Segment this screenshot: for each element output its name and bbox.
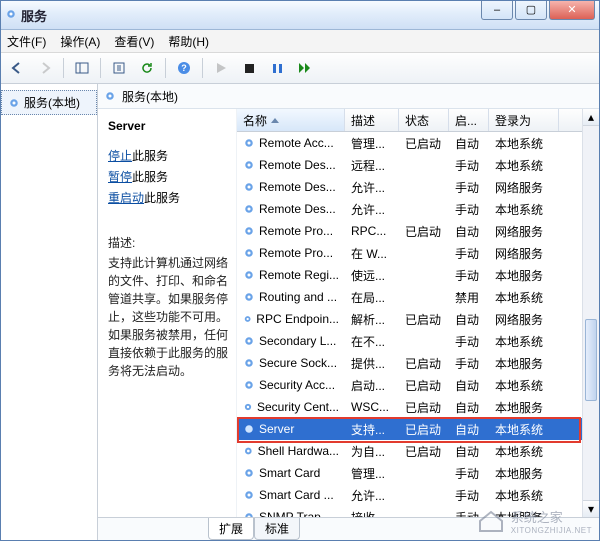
pause-service-button[interactable] xyxy=(265,56,289,80)
column-status[interactable]: 状态 xyxy=(399,109,449,131)
column-description[interactable]: 描述 xyxy=(345,109,399,131)
scroll-up-arrow-icon[interactable]: ▴ xyxy=(583,109,599,126)
gear-icon xyxy=(243,357,255,369)
app-icon xyxy=(5,8,17,23)
list-header: 名称 描述 状态 启... 登录为 xyxy=(237,109,582,132)
table-row[interactable]: Remote Pro...RPC...已启动自动网络服务 xyxy=(237,220,582,242)
table-row[interactable]: Remote Des...允许...手动本地系统 xyxy=(237,198,582,220)
table-row[interactable]: RPC Endpoin...解析...已启动自动网络服务 xyxy=(237,308,582,330)
table-row[interactable]: Smart Card管理...手动本地服务 xyxy=(237,462,582,484)
toolbar: ? xyxy=(1,53,599,84)
console-tree: 服务(本地) xyxy=(1,84,98,540)
gear-icon xyxy=(243,313,252,325)
gear-icon xyxy=(243,489,255,501)
table-row[interactable]: Security Acc...启动...已启动自动本地系统 xyxy=(237,374,582,396)
svg-text:?: ? xyxy=(181,63,187,73)
help-button[interactable]: ? xyxy=(172,56,196,80)
tab-extended[interactable]: 扩展 xyxy=(208,518,254,540)
column-name[interactable]: 名称 xyxy=(237,109,345,131)
column-startup[interactable]: 启... xyxy=(449,109,489,131)
gear-icon xyxy=(243,335,255,347)
maximize-button[interactable]: ▢ xyxy=(515,1,547,20)
table-row[interactable]: SNMP Trap接收...手动本地服务 xyxy=(237,506,582,517)
list-rows: Remote Acc...管理...已启动自动本地系统Remote Des...… xyxy=(237,132,582,517)
stop-link[interactable]: 停止 xyxy=(108,149,132,163)
menu-action[interactable]: 操作(A) xyxy=(60,33,100,50)
services-list: 名称 描述 状态 启... 登录为 Remote Acc...管理...已启动自… xyxy=(236,109,599,517)
column-logon[interactable]: 登录为 xyxy=(489,109,559,131)
view-header: 服务(本地) xyxy=(98,84,599,109)
table-row[interactable]: Shell Hardwa...为自...已启动自动本地系统 xyxy=(237,440,582,462)
table-row[interactable]: Remote Pro...在 W...手动网络服务 xyxy=(237,242,582,264)
menu-file[interactable]: 文件(F) xyxy=(7,33,46,50)
gear-icon xyxy=(243,159,255,171)
pause-link[interactable]: 暂停 xyxy=(108,170,132,184)
start-service-button[interactable] xyxy=(209,56,233,80)
close-button[interactable]: ✕ xyxy=(549,1,595,20)
menu-view[interactable]: 查看(V) xyxy=(114,33,154,50)
table-row[interactable]: Remote Regi...使远...手动本地服务 xyxy=(237,264,582,286)
gear-icon xyxy=(243,247,255,259)
minimize-button[interactable]: – xyxy=(481,1,513,20)
nav-forward-button[interactable] xyxy=(33,56,57,80)
tree-item-label: 服务(本地) xyxy=(24,94,80,111)
table-row[interactable]: Remote Des...远程...手动本地系统 xyxy=(237,154,582,176)
table-row[interactable]: Security Cent...WSC...已启动自动本地服务 xyxy=(237,396,582,418)
window-title: 服务 xyxy=(21,6,47,25)
stop-service-button[interactable] xyxy=(237,56,261,80)
detail-pane: Server 停止此服务 暂停此服务 重启动此服务 描述: 支持此计算机通过网络… xyxy=(98,109,236,517)
export-list-button[interactable] xyxy=(107,56,131,80)
table-row[interactable]: Routing and ...在局...禁用本地系统 xyxy=(237,286,582,308)
gear-icon xyxy=(243,401,253,413)
description-label: 描述: xyxy=(108,234,228,252)
scrollbar-thumb[interactable] xyxy=(585,319,597,401)
selected-service-name: Server xyxy=(108,119,228,133)
table-row[interactable]: Smart Card ...允许...手动本地系统 xyxy=(237,484,582,506)
nav-back-button[interactable] xyxy=(5,56,29,80)
gear-icon xyxy=(243,291,255,303)
tree-item-services-local[interactable]: 服务(本地) xyxy=(1,90,97,115)
bottom-tabs: 扩展 标准 xyxy=(98,517,599,540)
gear-icon xyxy=(243,137,255,149)
show-hide-tree-button[interactable] xyxy=(70,56,94,80)
gear-icon xyxy=(243,511,255,517)
table-row[interactable]: Remote Des...允许...手动网络服务 xyxy=(237,176,582,198)
vertical-scrollbar[interactable]: ▴ ▾ xyxy=(582,109,599,517)
sort-asc-icon xyxy=(271,118,279,123)
gear-icon xyxy=(243,445,254,457)
restart-link[interactable]: 重启动 xyxy=(108,191,144,205)
gear-icon xyxy=(104,90,116,102)
restart-service-button[interactable] xyxy=(293,56,317,80)
menubar: 文件(F) 操作(A) 查看(V) 帮助(H) xyxy=(1,30,599,53)
titlebar[interactable]: 服务 – ▢ ✕ xyxy=(1,1,599,30)
gear-icon xyxy=(243,423,255,435)
table-row[interactable]: Secondary L...在不...手动本地系统 xyxy=(237,330,582,352)
gear-icon xyxy=(243,181,255,193)
menu-help[interactable]: 帮助(H) xyxy=(168,33,209,50)
services-window: 服务 – ▢ ✕ 文件(F) 操作(A) 查看(V) 帮助(H) ? xyxy=(0,0,600,541)
refresh-button[interactable] xyxy=(135,56,159,80)
table-row[interactable]: Server支持...已启动自动本地系统 xyxy=(237,418,582,440)
gear-icon xyxy=(243,225,255,237)
view-title: 服务(本地) xyxy=(122,88,178,105)
description-text: 支持此计算机通过网络的文件、打印、和命名管道共享。如果服务停止，这些功能不可用。… xyxy=(108,254,228,380)
tab-standard[interactable]: 标准 xyxy=(254,518,300,540)
scroll-down-arrow-icon[interactable]: ▾ xyxy=(583,500,599,517)
gear-icon xyxy=(243,379,255,391)
gear-icon xyxy=(243,467,255,479)
gear-icon xyxy=(243,269,255,281)
table-row[interactable]: Remote Acc...管理...已启动自动本地系统 xyxy=(237,132,582,154)
table-row[interactable]: Secure Sock...提供...已启动手动本地服务 xyxy=(237,352,582,374)
gear-icon xyxy=(8,97,20,109)
gear-icon xyxy=(243,203,255,215)
